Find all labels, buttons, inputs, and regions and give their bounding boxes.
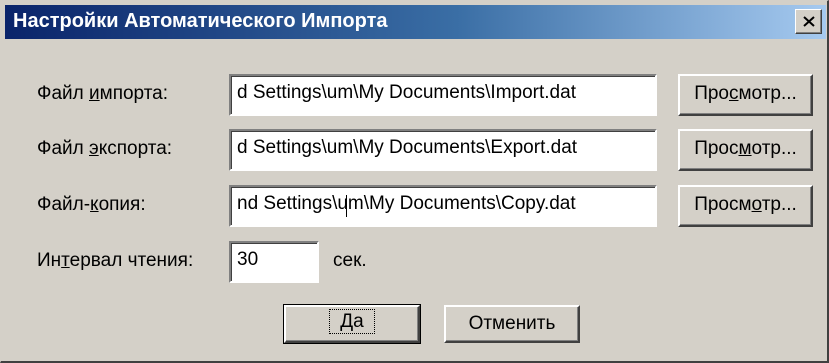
interval-input[interactable]: 30 bbox=[229, 241, 319, 283]
export-browse-button[interactable]: Просмотр... bbox=[678, 129, 813, 171]
interval-label: Интервал чтения: bbox=[37, 250, 194, 271]
copy-file-label: Файл-копия: bbox=[37, 194, 146, 215]
settings-dialog: Настройки Автоматического Импорта Файл и… bbox=[0, 0, 829, 363]
ok-button[interactable]: Да bbox=[283, 304, 421, 344]
export-file-label: Файл экспорта: bbox=[37, 138, 173, 159]
dialog-title: Настройки Автоматического Импорта bbox=[13, 10, 388, 32]
export-file-input[interactable]: d Settings\um\My Documents\Export.dat bbox=[229, 129, 657, 171]
title-bar[interactable]: Настройки Автоматического Импорта bbox=[5, 5, 826, 39]
interval-unit-label: сек. bbox=[333, 250, 367, 271]
import-file-label: Файл импорта: bbox=[37, 83, 169, 104]
close-icon bbox=[803, 16, 815, 27]
import-browse-button[interactable]: Просмотр... bbox=[678, 74, 813, 116]
copy-file-input[interactable]: nd Settings\um\My Documents\Copy.dat bbox=[229, 185, 657, 227]
close-button[interactable] bbox=[795, 9, 822, 34]
import-file-input[interactable]: d Settings\um\My Documents\Import.dat bbox=[229, 74, 657, 116]
copy-browse-button[interactable]: Просмотр... bbox=[678, 185, 813, 227]
cancel-button[interactable]: Отменить bbox=[444, 305, 580, 343]
text-caret bbox=[346, 195, 347, 217]
